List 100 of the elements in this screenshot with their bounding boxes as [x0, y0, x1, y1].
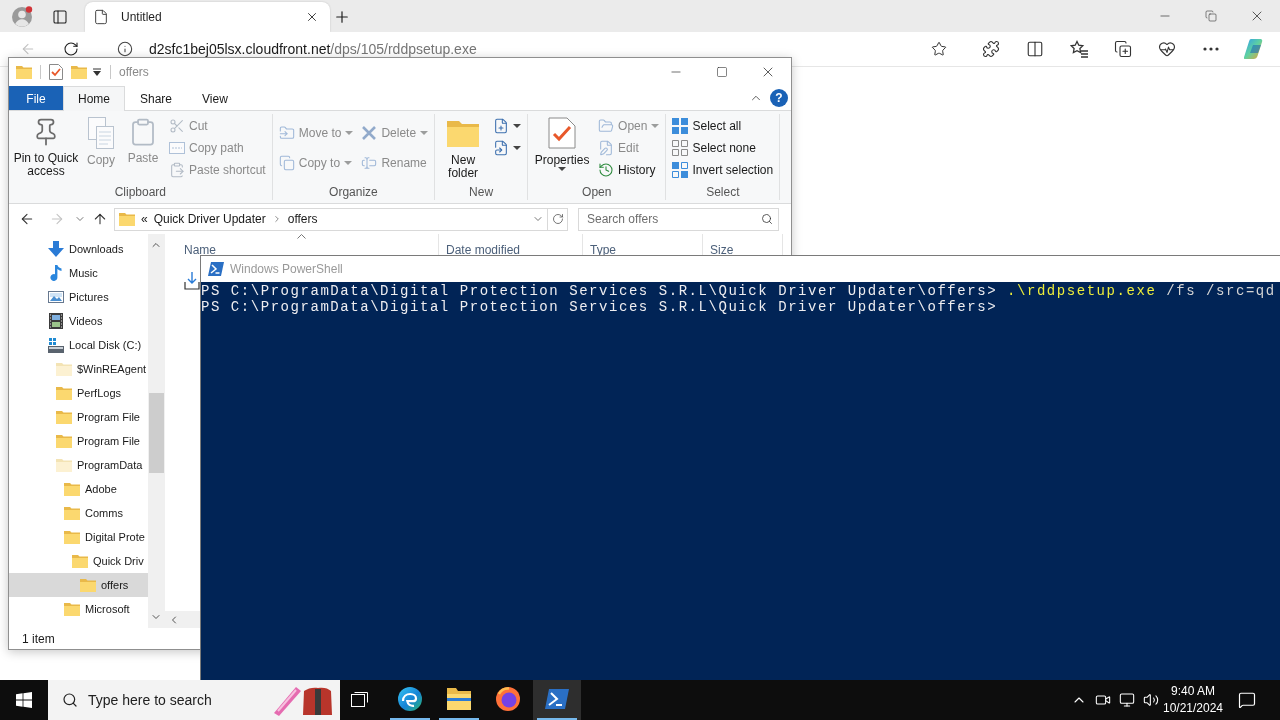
- panel-icon: [52, 9, 68, 25]
- address-bar[interactable]: « Quick Driver Updater offers: [114, 207, 548, 231]
- folder-icon: [119, 211, 135, 227]
- more-icon: [1203, 47, 1219, 51]
- avatar-icon: [11, 6, 33, 28]
- clipboard-arrow-icon: [169, 162, 185, 178]
- tree-item[interactable]: Music: [9, 261, 148, 285]
- grid-outline-icon: [672, 140, 689, 156]
- ribbon-tab[interactable]: File: [9, 86, 63, 110]
- ribbon-button[interactable]: New folder: [439, 114, 488, 184]
- tree-item[interactable]: Local Disk (C:): [9, 333, 148, 357]
- scrollbar-thumb[interactable]: [149, 393, 164, 473]
- tree-item[interactable]: Program File: [9, 405, 148, 429]
- folder-icon: [56, 433, 72, 449]
- page-check-icon: [49, 64, 63, 80]
- task-view-icon: [351, 691, 369, 707]
- stacked-squares-plus-icon: [1114, 40, 1132, 58]
- tree-item[interactable]: Adobe: [9, 477, 148, 501]
- ribbon-button[interactable]: Select none: [670, 137, 776, 159]
- column-header[interactable]: Date modified: [446, 243, 582, 257]
- ribbon-tab[interactable]: View: [187, 86, 243, 110]
- ribbon-button[interactable]: History: [596, 159, 662, 181]
- file-plus-icon: [493, 118, 510, 134]
- status-text: 1 item: [22, 631, 55, 646]
- delete-icon: [361, 125, 378, 142]
- folder-icon: [71, 64, 87, 80]
- info-icon: [117, 41, 133, 57]
- help-button[interactable]: ?: [770, 89, 788, 107]
- search-button[interactable]: [48, 680, 88, 720]
- arrow-right-icon: [49, 211, 65, 227]
- tree-item[interactable]: Program File: [9, 429, 148, 453]
- overflow-button[interactable]: «: [141, 212, 148, 226]
- ribbon-button[interactable]: Properties: [532, 114, 593, 184]
- music-note-icon: [48, 265, 64, 281]
- restore-icon: [1205, 10, 1217, 22]
- text-cursor-icon: [361, 154, 378, 171]
- tree-item[interactable]: Videos: [9, 309, 148, 333]
- folder-open-icon: [598, 118, 615, 134]
- taskbar-app-button[interactable]: [533, 680, 581, 720]
- clock-date[interactable]: 10/21/2024: [1162, 700, 1224, 717]
- tree-item[interactable]: Comms: [9, 501, 148, 525]
- tree-item[interactable]: Digital Prote: [9, 525, 148, 549]
- ribbon-tab[interactable]: Home: [63, 86, 125, 111]
- windows-logo-icon: [16, 692, 32, 708]
- breadcrumb-item[interactable]: offers: [287, 212, 318, 226]
- tree-item[interactable]: PerfLogs: [9, 381, 148, 405]
- search-highlight-button[interactable]: [266, 680, 340, 720]
- star-icon: [931, 41, 947, 57]
- path-bar-icon: [169, 142, 185, 154]
- search-field[interactable]: Type here to search: [88, 680, 266, 720]
- ribbon-tab[interactable]: Share: [125, 86, 188, 110]
- message-icon: [1238, 691, 1256, 709]
- page-check-icon: [548, 117, 577, 149]
- tree-item[interactable]: ProgramData: [9, 453, 148, 477]
- address-field[interactable]: d2sfc1bej05lsx.cloudfront.net/dps/105/rddpsetup.exe: [103, 41, 960, 57]
- window-title: Windows PowerShell: [230, 262, 343, 276]
- split-panel-icon: [1026, 40, 1044, 58]
- column-header[interactable]: Name: [184, 243, 438, 257]
- folder-icon: [72, 553, 88, 569]
- tree-item[interactable]: Quick Driv: [9, 549, 148, 573]
- film-icon: [48, 313, 64, 329]
- tree-item[interactable]: Microsoft: [9, 597, 148, 621]
- picture-icon: [48, 289, 64, 305]
- page-icon: [93, 9, 109, 25]
- terminal-icon: [545, 689, 569, 709]
- group-label: Open: [581, 184, 613, 200]
- tree-item[interactable]: Downloads: [9, 237, 148, 261]
- column-header[interactable]: Size: [710, 243, 782, 257]
- maximize-icon: [716, 66, 728, 78]
- folder-arrow-icon: [278, 125, 295, 142]
- ribbon-button[interactable]: Select all: [670, 115, 776, 137]
- file-arrow-icon: [493, 140, 510, 156]
- ribbon-button[interactable]: Invert selection: [670, 159, 776, 181]
- camera-icon: [1095, 692, 1111, 708]
- window-title: offers: [119, 65, 149, 79]
- scissors-icon: [169, 118, 185, 134]
- folder-icon: [64, 529, 80, 545]
- grid-half-icon: [672, 162, 689, 178]
- tree-item[interactable]: Pictures: [9, 285, 148, 309]
- ribbon-button[interactable]: Pin to Quick access: [13, 114, 79, 184]
- folder-icon: [64, 481, 80, 497]
- group-label: Organize: [328, 184, 379, 200]
- star-list-icon: [1070, 40, 1088, 58]
- clock-time[interactable]: 9:40 AM: [1171, 683, 1215, 700]
- browser-tab[interactable]: Untitled: [85, 2, 330, 32]
- plus-icon: [333, 8, 351, 26]
- download-arrow-icon: [48, 241, 64, 257]
- folder-icon: [64, 505, 80, 521]
- arrow-left-icon: [19, 211, 35, 227]
- tree-item[interactable]: $WinREAgent: [9, 357, 148, 381]
- drive-icon: [48, 337, 64, 353]
- folder-icon: [56, 409, 72, 425]
- folder-icon: [56, 457, 72, 473]
- breadcrumb-item[interactable]: Quick Driver Updater: [153, 212, 266, 226]
- search-icon: [62, 692, 78, 708]
- group-label: Select: [705, 184, 741, 200]
- favorite-button[interactable]: [930, 41, 948, 57]
- tree-item[interactable]: offers: [9, 573, 148, 597]
- pages-icon: [88, 117, 114, 149]
- folder-icon: [447, 688, 471, 710]
